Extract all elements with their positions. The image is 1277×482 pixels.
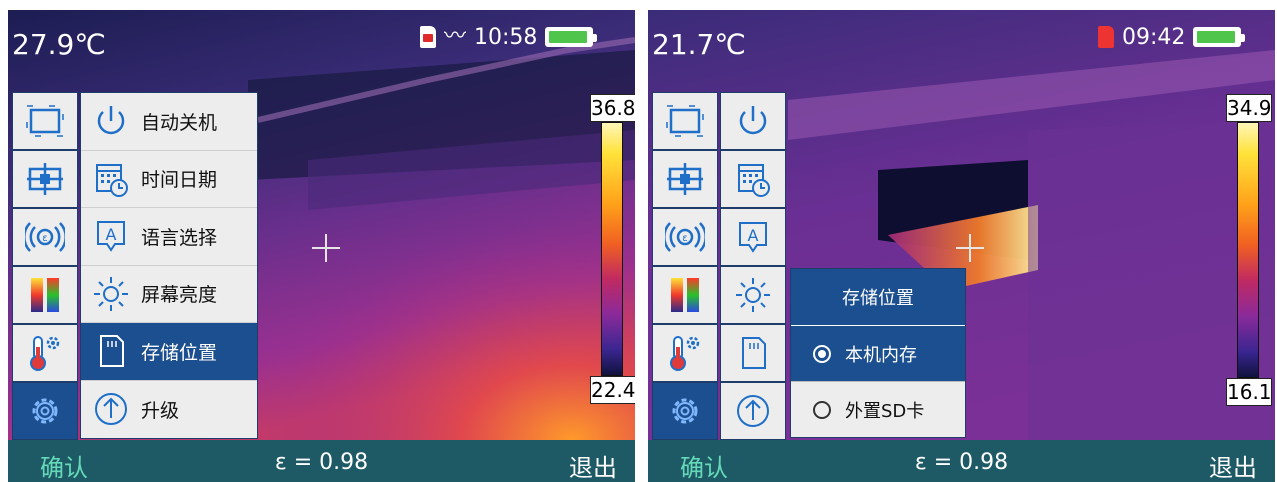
color-scale-bar xyxy=(601,122,623,376)
spot-temperature: 27.9℃ xyxy=(12,28,106,61)
settings-gear-icon[interactable] xyxy=(652,382,718,440)
option-external-sd-card[interactable]: 外置SD卡 xyxy=(791,381,965,437)
palette-icon[interactable] xyxy=(652,266,718,324)
svg-text:ε: ε xyxy=(682,233,687,244)
clock: 10:58 xyxy=(474,24,538,50)
color-scale-bar xyxy=(1237,122,1259,378)
submenu-title: 存储位置 xyxy=(791,269,965,325)
mode-sidebar: ε xyxy=(652,92,718,440)
bottom-bar: 确认 ε = 0.98 退出 xyxy=(648,440,1275,482)
sd-card-icon[interactable] xyxy=(720,324,786,382)
status-bar: 〰 10:58 xyxy=(420,22,598,52)
upgrade-icon[interactable] xyxy=(720,382,786,440)
mode-sidebar: ε xyxy=(12,92,78,440)
option-label: 外置SD卡 xyxy=(845,400,925,422)
option-label: 本机内存 xyxy=(845,344,917,366)
svg-text:A: A xyxy=(748,226,759,245)
brightness-icon xyxy=(81,274,141,314)
menu-item-upgrade[interactable]: 升级 xyxy=(81,381,257,439)
menu-item-brightness[interactable]: 屏幕亮度 xyxy=(81,266,257,323)
menu-item-language[interactable]: A 语言选择 xyxy=(81,208,257,266)
emissivity-value: ε = 0.98 xyxy=(274,450,369,475)
status-bar: 09:42 xyxy=(1098,22,1246,52)
thermometer-settings-icon[interactable] xyxy=(12,324,78,382)
settings-icon-column: A xyxy=(720,92,786,440)
temperature-scale: 34.9 16.1 xyxy=(1226,94,1272,406)
sd-card-icon xyxy=(81,331,141,371)
emissivity-value: ε = 0.98 xyxy=(914,450,1009,475)
center-point-icon[interactable] xyxy=(12,150,78,208)
sd-card-status-icon xyxy=(1098,26,1114,48)
language-icon: A xyxy=(81,216,141,256)
bottom-bar: 确认 ε = 0.98 退出 xyxy=(8,440,635,482)
option-internal-memory[interactable]: 本机内存 xyxy=(791,325,965,381)
menu-item-storage-location[interactable]: 存储位置 xyxy=(81,323,257,381)
scale-max: 34.9 xyxy=(1226,94,1272,122)
scale-max: 36.8 xyxy=(590,94,635,122)
crosshair-icon xyxy=(956,234,984,262)
power-icon xyxy=(81,101,141,141)
svg-text:A: A xyxy=(106,225,117,244)
battery-icon xyxy=(545,27,598,47)
center-point-icon[interactable] xyxy=(652,150,718,208)
wifi-icon: 〰 xyxy=(444,24,467,49)
settings-menu: 自动关机 时间日期 A 语言选择 屏幕亮度 存储位置 升级 xyxy=(80,92,258,439)
exit-button[interactable]: 退出 xyxy=(1209,448,1257,482)
scale-min: 22.4 xyxy=(590,376,635,404)
menu-item-label: 存储位置 xyxy=(141,341,218,364)
menu-item-auto-power-off[interactable]: 自动关机 xyxy=(81,93,257,151)
storage-location-submenu: 存储位置 本机内存 外置SD卡 xyxy=(790,268,966,438)
radio-unselected-icon xyxy=(813,400,831,419)
emissivity-icon[interactable]: ε xyxy=(12,208,78,266)
spot-temperature: 21.7℃ xyxy=(652,28,746,61)
menu-item-label: 屏幕亮度 xyxy=(141,284,218,307)
emissivity-icon[interactable]: ε xyxy=(652,208,718,266)
menu-item-label: 升级 xyxy=(141,399,180,422)
menu-item-label: 时间日期 xyxy=(141,169,218,192)
temperature-scale: 36.8 22.4 xyxy=(590,94,635,404)
menu-item-label: 语言选择 xyxy=(141,226,218,249)
svg-text:ε: ε xyxy=(42,233,47,244)
battery-icon xyxy=(1193,27,1246,47)
crosshair-icon xyxy=(312,234,340,262)
menu-item-label: 自动关机 xyxy=(141,111,218,134)
frame-icon[interactable] xyxy=(12,92,78,150)
sd-card-status-icon xyxy=(420,26,436,48)
radio-selected-icon xyxy=(813,344,831,363)
exit-button[interactable]: 退出 xyxy=(569,448,617,482)
menu-item-date-time[interactable]: 时间日期 xyxy=(81,151,257,208)
calendar-clock-icon[interactable] xyxy=(720,150,786,208)
clock: 09:42 xyxy=(1122,24,1186,50)
power-icon[interactable] xyxy=(720,92,786,150)
settings-gear-icon[interactable] xyxy=(12,382,78,440)
calendar-clock-icon xyxy=(81,159,141,199)
thermometer-settings-icon[interactable] xyxy=(652,324,718,382)
upgrade-icon xyxy=(81,389,141,429)
scale-min: 16.1 xyxy=(1226,378,1272,406)
palette-icon[interactable] xyxy=(12,266,78,324)
thermal-screen-right: 21.7℃ 09:42 34.9 16.1 ε A 存储位置 本机内存 外置SD… xyxy=(648,10,1275,482)
frame-icon[interactable] xyxy=(652,92,718,150)
language-icon[interactable]: A xyxy=(720,208,786,266)
thermal-screen-left: 27.9℃ 〰 10:58 36.8 22.4 ε 自动关机 时间日期 A 语言… xyxy=(8,10,635,482)
brightness-icon[interactable] xyxy=(720,266,786,324)
